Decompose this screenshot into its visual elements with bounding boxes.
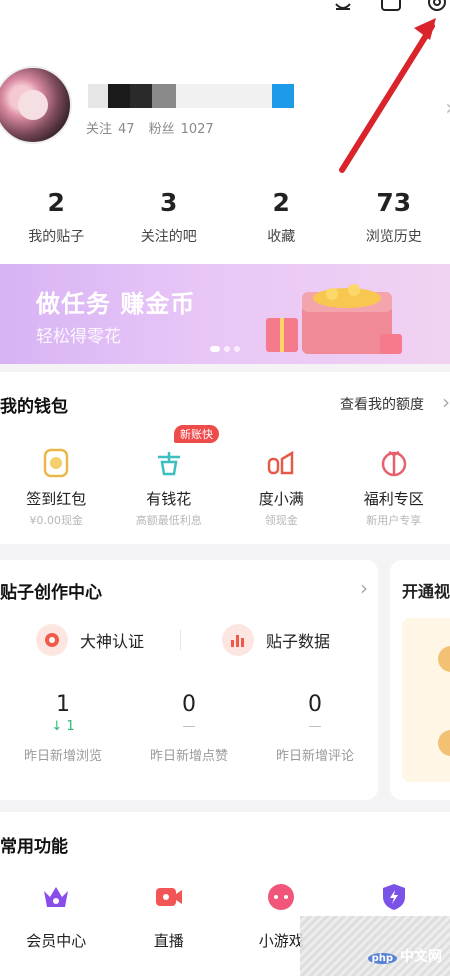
vip-card-title: 开通视 — [402, 582, 450, 601]
wallet-title: 我的钱包 — [0, 397, 68, 417]
post-data-label: 贴子数据 — [266, 632, 331, 651]
stat-label: 我的贴子 — [28, 229, 85, 245]
stat-label: 昨日新增评论 — [275, 749, 354, 764]
wallet-item-sub: 领现金 — [264, 514, 298, 527]
stat-label: 昨日新增点赞 — [149, 749, 228, 764]
creation-center-card: 贴子创作中心 › 大神认证 贴子数据 1 ↓ 1 昨日新增浏览 0 — 昨日新增… — [0, 560, 378, 800]
common-item-live[interactable]: 直播 — [113, 882, 226, 951]
avatar[interactable] — [0, 66, 72, 144]
fans-count: 1027 — [180, 122, 214, 137]
carousel-dots — [210, 346, 240, 352]
bar-chart-icon — [222, 624, 254, 656]
stat-label: 关注的吧 — [140, 229, 197, 245]
wallet-item-sub: 新用户专享 — [366, 514, 422, 527]
gift-icon — [377, 446, 411, 480]
stat-label: 昨日新增浏览 — [23, 749, 102, 764]
coin-icon — [438, 646, 450, 672]
wallet-item-welfare[interactable]: 福利专区 新用户专享 — [338, 432, 450, 528]
gamepad-icon — [268, 884, 295, 910]
stat-number: 3 — [160, 188, 178, 217]
follow-stats: 关注 47 粉丝 1027 — [86, 118, 220, 137]
wallet-item-duxiaoman[interactable]: 度小满 领现金 — [225, 432, 338, 528]
stat-my-posts[interactable]: 2 我的贴子 — [0, 168, 113, 264]
shield-lightning-icon — [382, 884, 405, 910]
stat-new-views[interactable]: 1 ↓ 1 昨日新增浏览 — [0, 692, 126, 764]
wallet-item-checkin[interactable]: 签到红包 ¥0.00现金 — [0, 432, 113, 528]
wallet-item-sub: 高额最低利息 — [135, 514, 202, 527]
stat-number: 2 — [47, 188, 65, 217]
stats-row: 2 我的贴子 3 关注的吧 2 收藏 73 浏览历史 — [0, 168, 450, 264]
stat-label: 收藏 — [267, 229, 296, 245]
common-item-member-center[interactable]: 会员中心 — [0, 882, 113, 951]
annotation-arrow — [339, 18, 436, 173]
verification-badge-icon — [36, 624, 68, 656]
fans-label: 粉丝 — [148, 122, 175, 137]
stat-delta: — — [308, 719, 322, 734]
stat-delta: — — [182, 719, 196, 734]
wallet-section: 我的钱包 查看我的额度 › 新账快 签到红包 ¥0.00现金 有钱花 高额最低利… — [0, 372, 450, 544]
wallet-item-label: 有钱花 — [146, 490, 192, 508]
post-data-button[interactable]: 贴子数据 — [222, 624, 330, 656]
divider — [180, 630, 181, 650]
common-functions-section: 常用功能 会员中心 直播 小游戏 php 中文网 — [0, 812, 450, 976]
coin-icon — [438, 730, 450, 756]
coupon-icon — [39, 446, 73, 480]
stat-followed-bars[interactable]: 3 关注的吧 — [113, 168, 226, 264]
stat-number: 73 — [376, 188, 412, 217]
stat-new-likes[interactable]: 0 — 昨日新增点赞 — [126, 692, 252, 764]
video-camera-icon — [155, 888, 182, 906]
watermark-text: 中文网 — [400, 949, 442, 965]
master-verification-label: 大神认证 — [80, 632, 145, 651]
duxiaoman-icon — [264, 446, 298, 480]
crown-icon — [44, 887, 69, 907]
stat-label: 浏览历史 — [365, 229, 422, 245]
wallet-item-sub: ¥0.00现金 — [29, 514, 84, 527]
stat-history[interactable]: 73 浏览历史 — [338, 168, 450, 264]
watermark: php 中文网 — [300, 916, 450, 976]
avatar-face — [18, 90, 48, 120]
stat-number: 0 — [182, 692, 196, 717]
vip-promo-card[interactable]: 开通视 — [390, 560, 450, 800]
stat-delta: ↓ 1 — [51, 719, 75, 734]
creation-center-title: 贴子创作中心 — [0, 583, 102, 603]
wallet-item-label: 度小满 — [258, 490, 304, 508]
common-item-label: 直播 — [153, 932, 184, 950]
common-item-label: 会员中心 — [26, 932, 87, 950]
common-functions-title: 常用功能 — [0, 837, 68, 857]
treasure-chest-icon — [266, 284, 402, 354]
php-logo: php — [367, 953, 397, 964]
master-verification-button[interactable]: 大神认证 — [36, 624, 144, 656]
wallet-item-youqianhua[interactable]: 有钱花 高额最低利息 — [113, 432, 226, 528]
username-redacted — [88, 84, 294, 108]
wallet-item-label: 福利专区 — [363, 490, 424, 508]
wallet-quota-link[interactable]: 查看我的额度 — [340, 394, 424, 414]
banner-title: 做任务 赚金币 — [36, 290, 196, 318]
youqianhua-icon — [152, 446, 186, 480]
task-banner[interactable]: 做任务 赚金币 轻松得零花 — [0, 264, 450, 364]
chevron-right-icon[interactable]: › — [360, 576, 368, 600]
stat-number: 2 — [272, 188, 290, 217]
banner-subtitle: 轻松得零花 — [36, 327, 121, 347]
vip-card-body — [402, 618, 450, 782]
stat-number: 1 — [56, 692, 70, 717]
stat-number: 0 — [308, 692, 322, 717]
stat-favorites[interactable]: 2 收藏 — [225, 168, 338, 264]
chevron-right-icon[interactable]: › — [442, 390, 450, 414]
stat-new-comments[interactable]: 0 — 昨日新增评论 — [252, 692, 378, 764]
follow-count: 47 — [118, 122, 135, 137]
wallet-item-label: 签到红包 — [26, 490, 87, 508]
follow-label: 关注 — [86, 122, 113, 137]
